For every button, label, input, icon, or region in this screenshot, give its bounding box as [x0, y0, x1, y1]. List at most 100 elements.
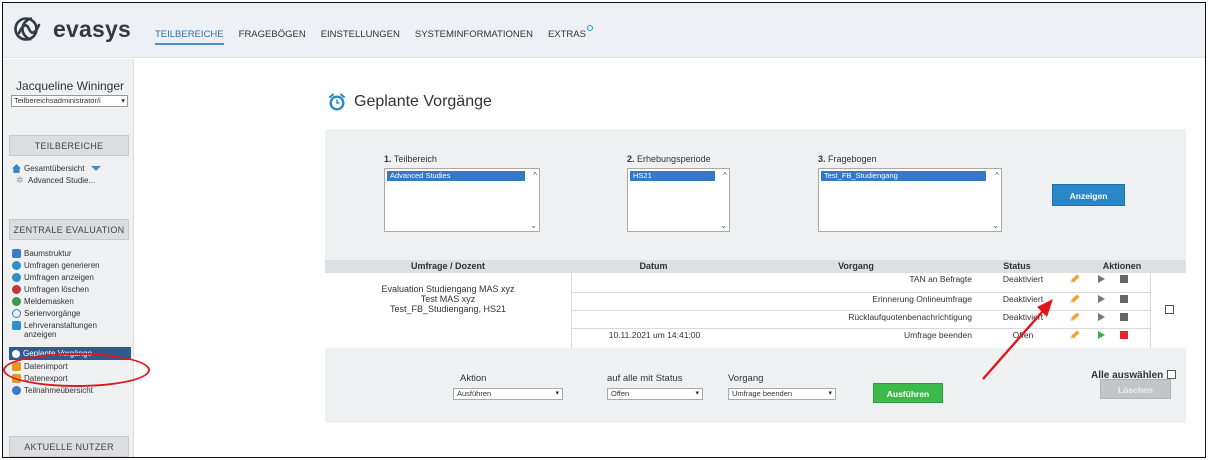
run-play-icon[interactable]: [1098, 313, 1105, 321]
courses-icon: [12, 321, 21, 330]
execute-button[interactable]: Ausführen: [873, 383, 943, 403]
select-cell: [1150, 273, 1187, 348]
show-button[interactable]: Anzeigen: [1052, 184, 1125, 206]
sidebar-item-label: Serienvorgänge: [24, 309, 81, 318]
delete-button[interactable]: Löschen: [1100, 379, 1171, 399]
scroll-up-icon[interactable]: ^: [723, 171, 727, 180]
sidebar-item-meldemasken[interactable]: Meldemasken: [12, 297, 74, 306]
section-teilbereiche[interactable]: TEILBEREICHE: [9, 135, 129, 156]
sidebar-item-serienvorgaenge[interactable]: Serienvorgänge: [12, 309, 80, 318]
sidebar-item-baumstruktur[interactable]: Baumstruktur: [12, 249, 72, 258]
table-header-actions: Aktionen: [1058, 260, 1186, 273]
bulk-status-select[interactable]: Offen ▾: [607, 388, 703, 400]
row-status: Deaktiviert: [1002, 312, 1044, 322]
sidebar-item-label: Datenexport: [24, 374, 68, 383]
section-aktuelle-nutzer[interactable]: AKTUELLE NUTZER: [9, 436, 129, 457]
browser-frame: evasys TEILBEREICHE FRAGEBÖGEN EINSTELLU…: [2, 2, 1206, 458]
run-play-icon[interactable]: [1098, 331, 1105, 339]
cluster-icon: ✲: [16, 175, 24, 185]
chevron-down-icon: ▾: [828, 390, 832, 397]
row-process: Rücklaufquotenbenachrichtigung: [848, 312, 972, 322]
nav-teilbereiche[interactable]: TEILBEREICHE: [155, 29, 224, 45]
erhebungsperiode-listbox[interactable]: HS21 ^ ⌄: [627, 168, 730, 232]
section-zentrale-evaluation[interactable]: ZENTRALE EVALUATION: [9, 219, 129, 240]
nav-frageboegen[interactable]: FRAGEBÖGEN: [239, 29, 306, 40]
sidebar-item-datenexport[interactable]: Datenexport: [12, 374, 68, 383]
expand-triangle-icon: [91, 166, 102, 171]
chevron-down-icon[interactable]: ⌄: [530, 221, 537, 230]
sidebar-item-teilnahmeuebersicht[interactable]: Teilnahmeübersicht: [12, 386, 93, 395]
tree-child-label: Advanced Studie...: [28, 176, 96, 185]
bulk-status-value: Offen: [611, 389, 630, 398]
nav-systeminformationen[interactable]: SYSTEMINFORMATIONEN: [415, 29, 533, 40]
page-title: Geplante Vorgänge: [354, 93, 492, 110]
scroll-up-icon[interactable]: ^: [995, 171, 999, 180]
table-row: Erinnerung Onlineumfrage Deaktiviert: [572, 292, 1150, 305]
listbox-option-selected[interactable]: Test_FB_Studiengang: [821, 171, 986, 181]
edit-pencil-icon[interactable]: [1069, 312, 1081, 322]
participation-icon: [12, 386, 21, 395]
role-select[interactable]: Teilbereichsadministrator/i ▾: [11, 95, 128, 107]
filter-num: 3.: [818, 154, 826, 164]
nav-einstellungen[interactable]: EINSTELLUNGEN: [321, 29, 400, 40]
bulk-action-select[interactable]: Ausführen ▾: [453, 388, 563, 400]
sidebar-item-geplante-vorgaenge[interactable]: Geplante Vorgänge: [9, 347, 131, 360]
stop-icon[interactable]: [1120, 295, 1128, 303]
tree-child[interactable]: ✲ Advanced Studie...: [16, 175, 96, 186]
row-status: Offen: [1012, 330, 1034, 340]
sidebar-item-umfragen-loeschen[interactable]: Umfragen löschen: [12, 285, 89, 294]
chevron-down-icon[interactable]: ⌄: [720, 221, 727, 230]
bulk-process-value: Umfrage beenden: [732, 389, 793, 398]
sidebar-item-datenimport[interactable]: Datenimport: [12, 362, 68, 371]
logo[interactable]: evasys: [13, 14, 131, 44]
row-status: Deaktiviert: [1002, 294, 1044, 304]
teilbereich-listbox[interactable]: Advanced Studies ^ ⌄: [384, 168, 540, 232]
sidebar-item-label: Datenimport: [24, 362, 68, 371]
select-all-checkbox[interactable]: [1167, 370, 1177, 379]
alarm-clock-icon: [329, 93, 345, 111]
run-play-icon[interactable]: [1098, 295, 1105, 303]
report-mask-icon: [12, 297, 21, 306]
edit-pencil-icon[interactable]: [1069, 274, 1081, 284]
nav-extras-label: EXTRAS: [547, 29, 586, 40]
fragebogen-listbox[interactable]: Test_FB_Studiengang ^ ⌄: [818, 168, 1002, 232]
sidebar-item-label: Umfragen generieren: [24, 261, 100, 270]
run-play-icon[interactable]: [1098, 275, 1105, 283]
top-bar: evasys TEILBEREICHE FRAGEBÖGEN EINSTELLU…: [3, 3, 1205, 58]
page-header: Geplante Vorgänge: [328, 93, 492, 111]
bulk-process-label: Vorgang: [728, 373, 764, 384]
main-nav: TEILBEREICHE FRAGEBÖGEN EINSTELLUNGEN SY…: [155, 25, 608, 45]
row-process: Umfrage beenden: [903, 330, 972, 340]
nav-extras[interactable]: EXTRAS: [547, 25, 593, 40]
survey-lecturer: Test MAS xyz: [420, 294, 476, 304]
scroll-up-icon[interactable]: ^: [533, 171, 537, 180]
tree-overview-label: Gesamtübersicht: [24, 164, 85, 173]
survey-view-icon: [12, 273, 21, 282]
stop-icon[interactable]: [1120, 331, 1128, 339]
filter-panel: 1. Teilbereich Advanced Studies ^ ⌄ 2. E…: [325, 129, 1186, 423]
sidebar-item-lehrveranstaltungen[interactable]: Lehrveranstaltungen anzeigen: [12, 321, 124, 339]
tree-overview[interactable]: Gesamtübersicht: [12, 164, 102, 173]
evasys-logo-icon: [14, 17, 45, 41]
chevron-down-icon: ▾: [121, 96, 125, 105]
table-row: 10.11.2021 um 14:41:00 Umfrage beenden O…: [572, 328, 1150, 341]
chevron-down-icon[interactable]: ⌄: [992, 221, 999, 230]
survey-delete-icon: [12, 285, 21, 294]
sidebar-item-umfragen-generieren[interactable]: Umfragen generieren: [12, 261, 100, 270]
bulk-action-label: Aktion: [460, 373, 487, 384]
edit-pencil-icon[interactable]: [1069, 294, 1081, 304]
sidebar-item-umfragen-anzeigen[interactable]: Umfragen anzeigen: [12, 273, 94, 282]
survey-name: Evaluation Studiengang MAS xyz: [381, 284, 515, 294]
survey-questionnaire: Test_FB_Studiengang, HS21: [389, 304, 507, 314]
row-select-checkbox[interactable]: [1165, 305, 1174, 314]
stop-icon[interactable]: [1120, 275, 1128, 283]
sidebar-item-label: Geplante Vorgänge: [23, 349, 92, 358]
row-process: TAN an Befragte: [909, 274, 972, 284]
stop-icon[interactable]: [1120, 313, 1128, 321]
bulk-process-select[interactable]: Umfrage beenden ▾: [728, 388, 836, 400]
tree-icon: [12, 249, 21, 258]
listbox-option-selected[interactable]: HS21: [630, 171, 715, 181]
sidebar-item-label: Baumstruktur: [24, 249, 72, 258]
edit-pencil-icon[interactable]: [1069, 330, 1081, 340]
listbox-option-selected[interactable]: Advanced Studies: [387, 171, 525, 181]
